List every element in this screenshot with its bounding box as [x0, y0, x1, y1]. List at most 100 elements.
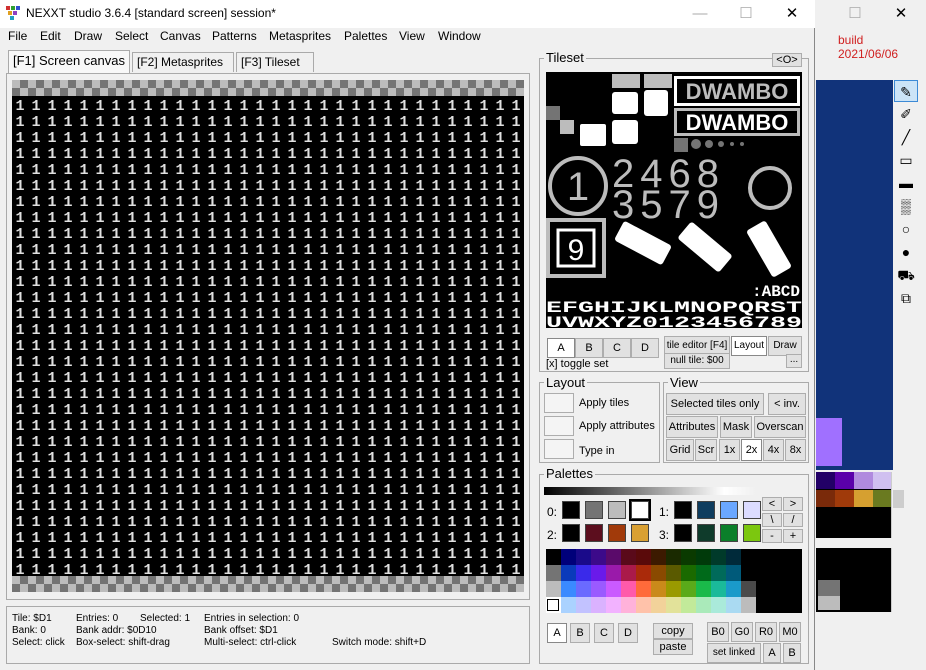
menu-file[interactable]: File [8, 29, 27, 43]
menu-canvas[interactable]: Canvas [160, 29, 201, 43]
canvas-tile[interactable]: 1 [303, 434, 312, 451]
canvas-tile[interactable]: 1 [223, 162, 232, 179]
canvas-tile[interactable]: 1 [111, 242, 120, 259]
canvas-tile[interactable]: 1 [191, 434, 200, 451]
canvas-tile[interactable]: 1 [431, 434, 440, 451]
nes-color-cell[interactable] [636, 565, 651, 581]
canvas-tile[interactable]: 1 [223, 98, 232, 115]
canvas-tile[interactable]: 1 [111, 114, 120, 131]
canvas-tile[interactable]: 1 [79, 322, 88, 339]
canvas-tile[interactable]: 1 [255, 482, 264, 499]
canvas-tile[interactable]: 1 [111, 530, 120, 547]
canvas-tile[interactable]: 1 [415, 194, 424, 211]
canvas-tile[interactable]: 1 [111, 98, 120, 115]
canvas-tile[interactable]: 1 [31, 434, 40, 451]
canvas-tile[interactable]: 1 [271, 242, 280, 259]
canvas-tile[interactable]: 1 [31, 530, 40, 547]
canvas-tile[interactable]: 1 [207, 546, 216, 563]
canvas-tile[interactable]: 1 [143, 274, 152, 291]
canvas-tile[interactable]: 1 [127, 562, 136, 579]
canvas-tile[interactable]: 1 [287, 562, 296, 579]
canvas-tile[interactable]: 1 [511, 274, 520, 291]
canvas-tile[interactable]: 1 [383, 338, 392, 355]
canvas-tile[interactable]: 1 [495, 450, 504, 467]
canvas-tile[interactable]: 1 [399, 194, 408, 211]
canvas-tile[interactable]: 1 [335, 178, 344, 195]
canvas-tile[interactable]: 1 [511, 466, 520, 483]
canvas-tile[interactable]: 1 [383, 530, 392, 547]
canvas-tile[interactable]: 1 [255, 514, 264, 531]
canvas-tile[interactable]: 1 [111, 482, 120, 499]
canvas-tile[interactable]: 1 [255, 450, 264, 467]
canvas-tile[interactable]: 1 [399, 274, 408, 291]
canvas-tile[interactable]: 1 [287, 130, 296, 147]
canvas-tile[interactable]: 1 [79, 562, 88, 579]
nes-color-cell[interactable] [681, 549, 696, 565]
canvas-tile[interactable]: 1 [15, 338, 24, 355]
canvas-tile[interactable]: 1 [287, 194, 296, 211]
canvas-tile[interactable]: 1 [239, 386, 248, 403]
canvas-tile[interactable]: 1 [367, 178, 376, 195]
canvas-tile[interactable]: 1 [447, 370, 456, 387]
canvas-tile[interactable]: 1 [447, 242, 456, 259]
canvas-tile[interactable]: 1 [239, 354, 248, 371]
nes-color-cell[interactable] [606, 549, 621, 565]
canvas-tile[interactable]: 1 [207, 562, 216, 579]
canvas-tile[interactable]: 1 [31, 194, 40, 211]
canvas-tile[interactable]: 1 [31, 338, 40, 355]
canvas-tile[interactable]: 1 [127, 354, 136, 371]
canvas-tile[interactable]: 1 [239, 130, 248, 147]
canvas-tile[interactable]: 1 [15, 402, 24, 419]
canvas-tile[interactable]: 1 [303, 402, 312, 419]
canvas-tile[interactable]: 1 [495, 162, 504, 179]
tileset-set-b-button[interactable]: B [575, 338, 603, 358]
canvas-tile[interactable]: 1 [127, 178, 136, 195]
nes-color-cell[interactable] [741, 581, 756, 597]
canvas-tile[interactable]: 1 [239, 370, 248, 387]
canvas-tile[interactable]: 1 [127, 226, 136, 243]
canvas-tile[interactable]: 1 [127, 242, 136, 259]
canvas-tile[interactable]: 1 [175, 402, 184, 419]
canvas-tile[interactable]: 1 [159, 210, 168, 227]
canvas-tile[interactable]: 1 [367, 386, 376, 403]
canvas-tile[interactable]: 1 [415, 130, 424, 147]
canvas-tile[interactable]: 1 [415, 290, 424, 307]
canvas-tile[interactable]: 1 [511, 98, 520, 115]
canvas-tile[interactable]: 1 [319, 418, 328, 435]
canvas-tile[interactable]: 1 [255, 306, 264, 323]
apply-attributes-toggle[interactable] [544, 416, 574, 436]
canvas-tile[interactable]: 1 [223, 194, 232, 211]
canvas-tile[interactable]: 1 [335, 434, 344, 451]
canvas-tile[interactable]: 1 [367, 98, 376, 115]
canvas-tile[interactable]: 1 [143, 194, 152, 211]
nes-color-cell[interactable] [591, 549, 606, 565]
canvas-tile[interactable]: 1 [239, 210, 248, 227]
layout-mode-button[interactable]: Layout [731, 336, 767, 356]
canvas-tile[interactable]: 1 [447, 322, 456, 339]
canvas-tile[interactable]: 1 [303, 354, 312, 371]
canvas-tile[interactable]: 1 [255, 466, 264, 483]
nes-color-cell[interactable] [561, 581, 576, 597]
canvas-tile[interactable]: 1 [463, 194, 472, 211]
canvas-tile[interactable]: 1 [287, 450, 296, 467]
canvas-tile[interactable]: 1 [175, 370, 184, 387]
canvas-tile[interactable]: 1 [479, 290, 488, 307]
canvas-tile[interactable]: 1 [239, 466, 248, 483]
canvas-tile[interactable]: 1 [207, 162, 216, 179]
canvas-tile[interactable]: 1 [351, 322, 360, 339]
canvas-tile[interactable]: 1 [223, 338, 232, 355]
canvas-tile[interactable]: 1 [127, 210, 136, 227]
canvas-tile[interactable]: 1 [495, 338, 504, 355]
canvas-tile[interactable]: 1 [319, 370, 328, 387]
canvas-tile[interactable]: 1 [415, 146, 424, 163]
canvas-tile[interactable]: 1 [399, 210, 408, 227]
canvas-tile[interactable]: 1 [223, 354, 232, 371]
canvas-tile[interactable]: 1 [351, 226, 360, 243]
canvas-tile[interactable]: 1 [95, 162, 104, 179]
canvas-tile[interactable]: 1 [479, 98, 488, 115]
secondary-swatch[interactable] [816, 490, 835, 507]
canvas-tile[interactable]: 1 [63, 178, 72, 195]
canvas-tile[interactable]: 1 [495, 466, 504, 483]
canvas-tile[interactable]: 1 [159, 130, 168, 147]
canvas-tile[interactable]: 1 [463, 530, 472, 547]
